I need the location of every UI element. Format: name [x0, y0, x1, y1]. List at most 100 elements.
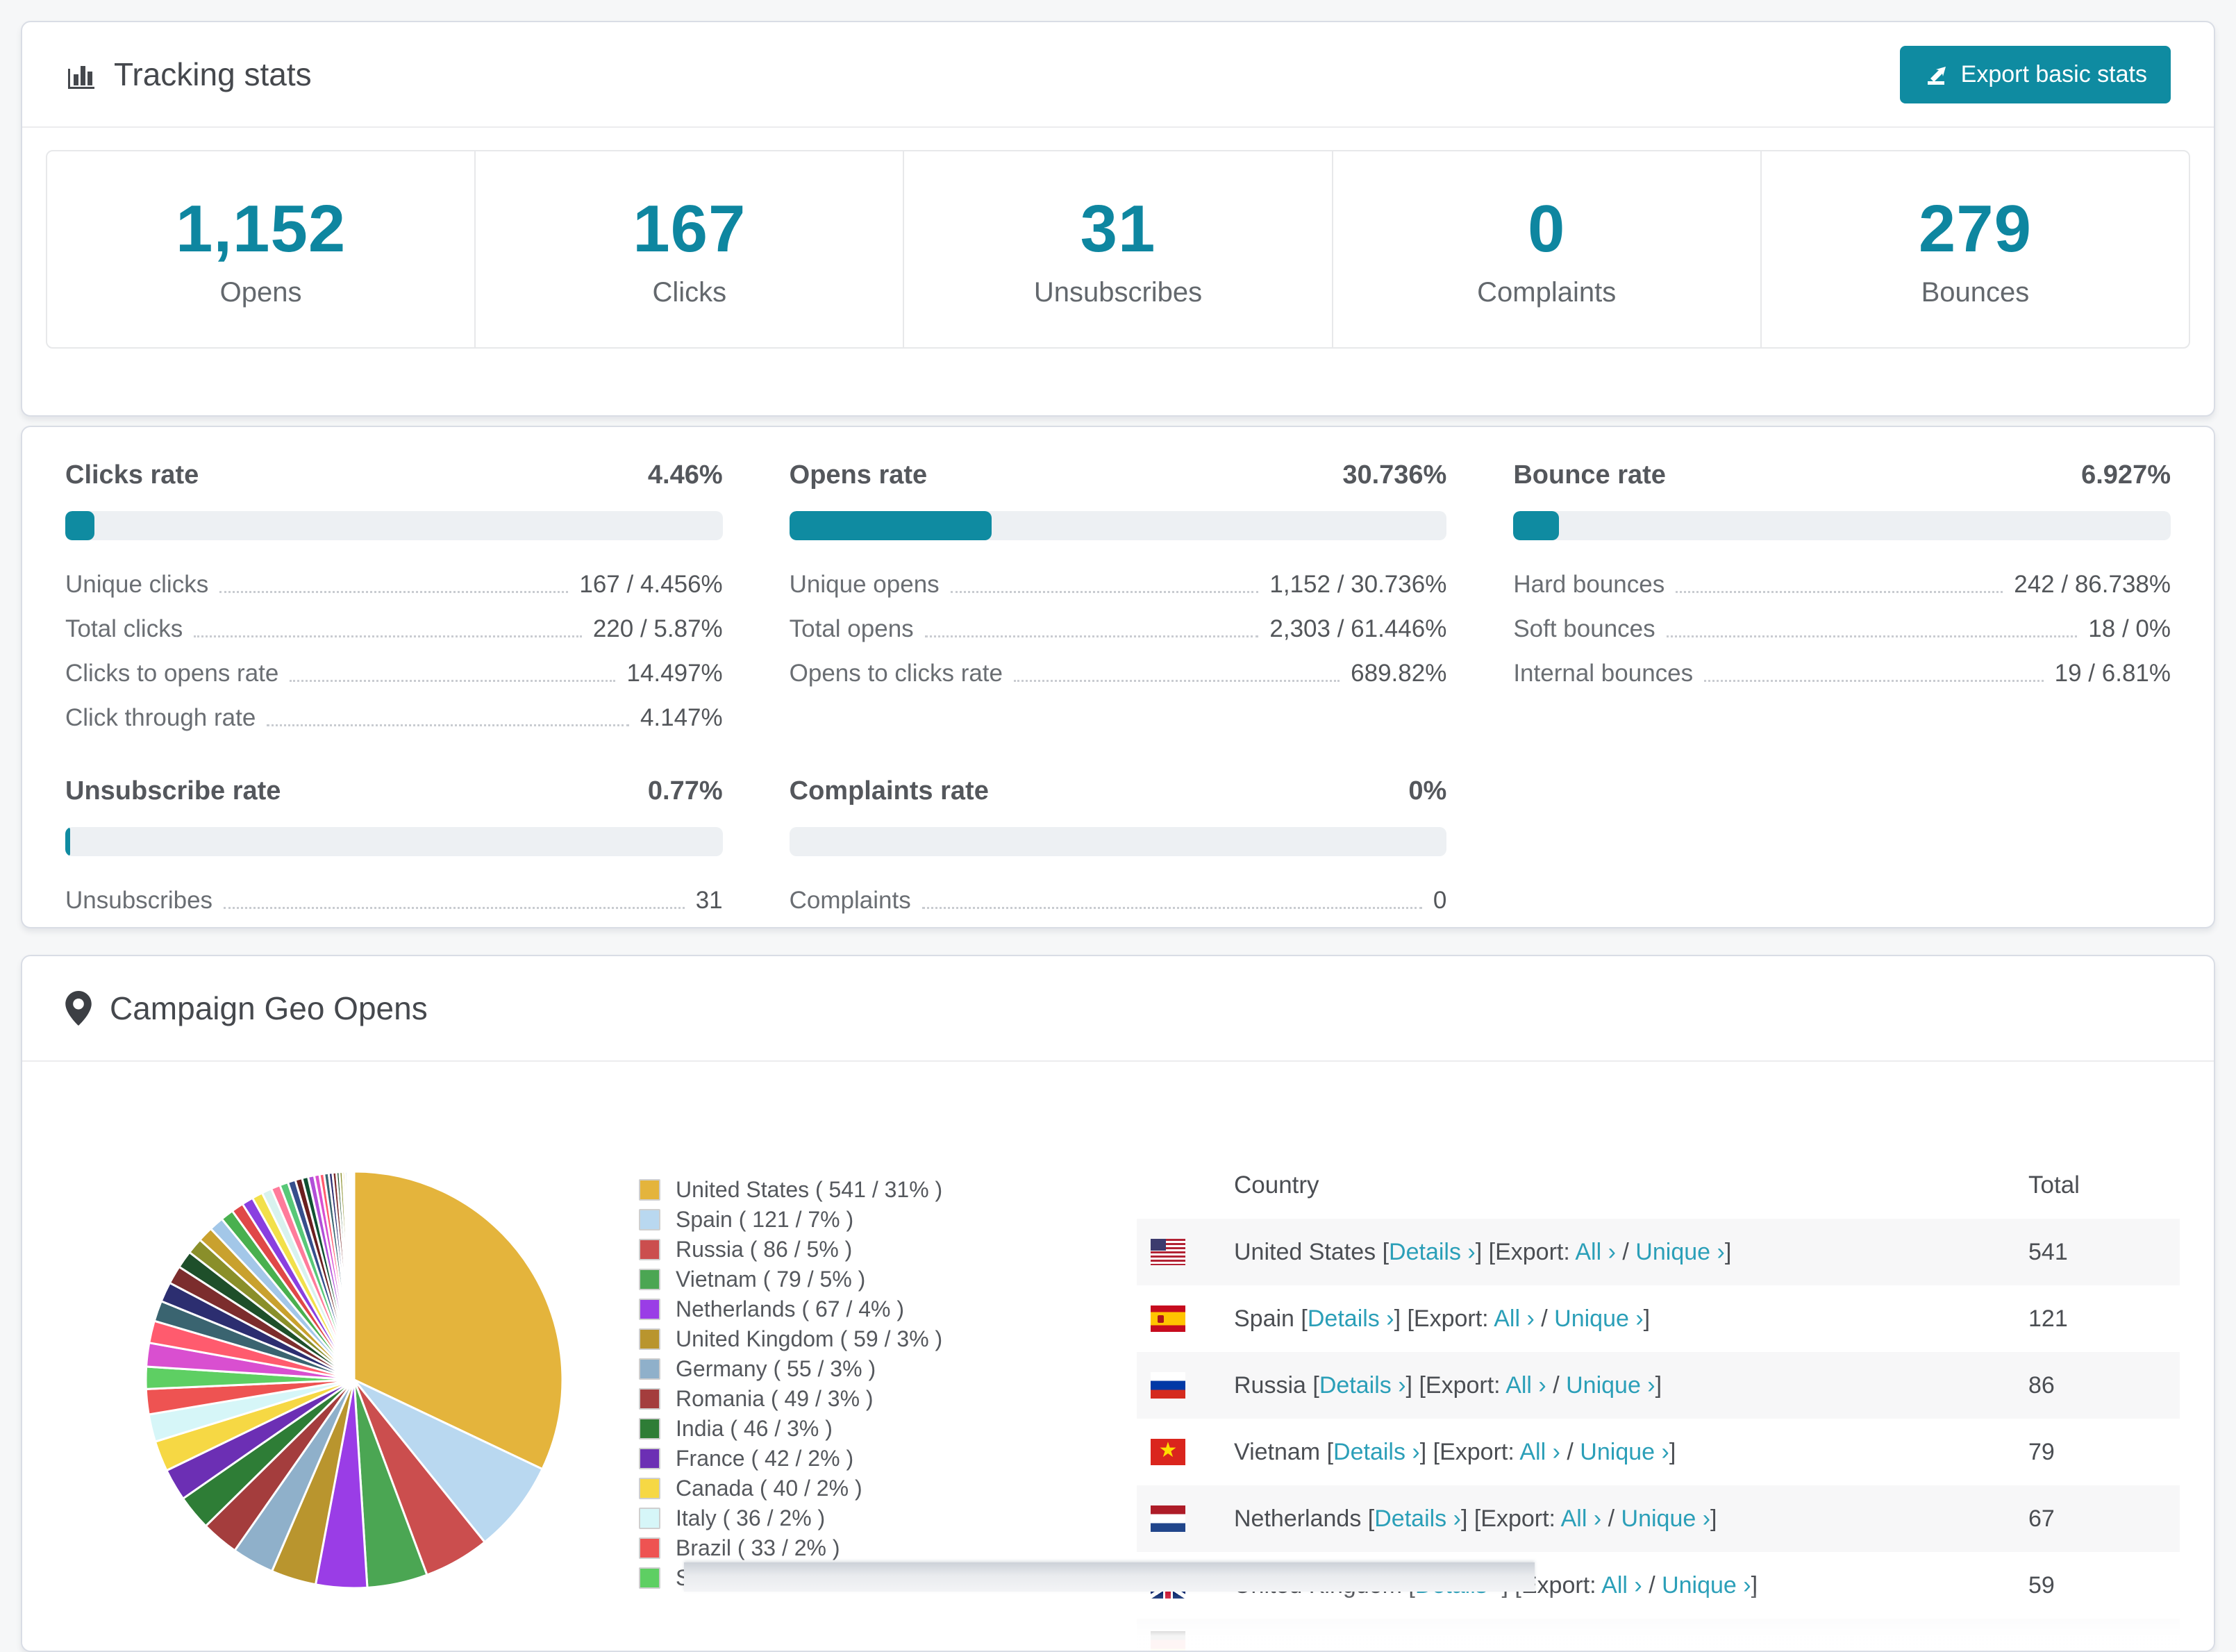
rate-row: Unsubscribes 31 — [65, 887, 723, 914]
rate-row: Hard bounces 242 / 86.738% — [1513, 571, 2171, 598]
export-unique-link[interactable]: Unique › — [1554, 1305, 1644, 1332]
rate-row: Opens to clicks rate 689.82% — [789, 660, 1447, 687]
complaints-rate-title: Complaints rate — [789, 776, 989, 806]
export-unique-link[interactable]: Unique › — [1662, 1572, 1751, 1599]
summary-stats-row: 1,152 Opens 167 Clicks 31 Unsubscribes 0… — [46, 150, 2190, 349]
stat-unsubscribes: 31 Unsubscribes — [903, 151, 1331, 347]
table-header-row: Country Total — [1137, 1152, 2180, 1219]
stat-complaints-label: Complaints — [1477, 276, 1617, 308]
tracking-stats-title: Tracking stats — [65, 56, 312, 93]
export-all-link[interactable]: All › — [1561, 1505, 1602, 1532]
stat-unsubscribes-label: Unsubscribes — [1033, 276, 1203, 308]
map-pin-icon — [65, 991, 92, 1026]
rate-row: Total clicks 220 / 5.87% — [65, 615, 723, 642]
complaints-rate-value: 0% — [1408, 776, 1447, 806]
legend-item: United Kingdom ( 59 / 3% ) — [639, 1328, 942, 1350]
legend-swatch — [639, 1238, 660, 1260]
stat-clicks-label: Clicks — [652, 276, 727, 308]
tracking-stats-header: Tracking stats Export basic stats — [22, 22, 2214, 128]
legend-swatch — [639, 1208, 660, 1230]
stat-unsubscribes-value: 31 — [1080, 191, 1156, 266]
clicks-rate-progressbar — [65, 511, 723, 540]
legend-swatch — [639, 1447, 660, 1469]
pie-slice[interactable] — [352, 1170, 356, 1380]
bounce-rate-title: Bounce rate — [1513, 460, 1666, 490]
export-unique-link[interactable]: Unique › — [1566, 1372, 1655, 1399]
table-row-spain: Spain [Details ›] [Export: All › / Uniqu… — [1137, 1285, 2180, 1352]
united-states-flag-icon — [1151, 1239, 1185, 1265]
export-all-link[interactable]: All › — [1519, 1439, 1560, 1465]
legend-swatch — [639, 1537, 660, 1559]
legend-item: France ( 42 / 2% ) — [639, 1447, 942, 1469]
vietnam-flag-icon — [1151, 1439, 1185, 1465]
stat-opens-label: Opens — [219, 276, 302, 308]
legend-item: Netherlands ( 67 / 4% ) — [639, 1298, 942, 1320]
legend-swatch — [639, 1387, 660, 1410]
bounce-rate-block: Bounce rate 6.927% Hard bounces 242 / 86.… — [1513, 460, 2171, 687]
export-all-link[interactable]: All › — [1494, 1305, 1535, 1332]
horizontal-scrollbar[interactable] — [684, 1562, 1535, 1592]
export-all-link[interactable]: All › — [1601, 1572, 1642, 1599]
legend-item: United States ( 541 / 31% ) — [639, 1178, 942, 1201]
legend-item: India ( 46 / 3% ) — [639, 1417, 942, 1440]
legend-item: Italy ( 36 / 2% ) — [639, 1507, 942, 1529]
stat-clicks-value: 167 — [633, 191, 746, 266]
total-column-header: Total — [2028, 1171, 2080, 1199]
spain-flag-icon — [1151, 1305, 1185, 1332]
netherlands-flag-icon — [1151, 1505, 1185, 1532]
geo-title: Campaign Geo Opens — [110, 990, 428, 1026]
export-all-link[interactable]: All › — [1575, 1239, 1616, 1265]
clicks-rate-title: Clicks rate — [65, 460, 199, 490]
details-link[interactable]: Details › — [1333, 1439, 1420, 1465]
opens-rate-block: Opens rate 30.736% Unique opens 1,152 / 3… — [789, 460, 1447, 687]
table-row-united-states: United States [Details ›] [Export: All ›… — [1137, 1219, 2180, 1285]
table-row-netherlands: Netherlands [Details ›] [Export: All › /… — [1137, 1485, 2180, 1552]
rate-row: Click through rate 4.147% — [65, 704, 723, 731]
clicks-rate-block: Clicks rate 4.46% Unique clicks 167 / 4.4… — [65, 460, 723, 732]
bounce-rate-progressbar — [1513, 511, 2171, 540]
total-cell: 541 — [2028, 1238, 2068, 1265]
legend-item: Vietnam ( 79 / 5% ) — [639, 1268, 942, 1290]
table-row-russia: Russia [Details ›] [Export: All › / Uniq… — [1137, 1352, 2180, 1419]
rate-row: Unique clicks 167 / 4.456% — [65, 571, 723, 598]
legend-swatch — [639, 1358, 660, 1380]
opens-rate-progressbar — [789, 511, 1447, 540]
legend-item: Brazil ( 33 / 2% ) — [639, 1537, 942, 1559]
total-cell: 121 — [2028, 1305, 2068, 1332]
details-link[interactable]: Details › — [1308, 1305, 1394, 1332]
stat-bounces-value: 279 — [1918, 191, 2032, 266]
legend-item: Spain ( 121 / 7% ) — [639, 1208, 942, 1230]
stat-complaints: 0 Complaints — [1331, 151, 1760, 347]
complaints-rate-block: Complaints rate 0% Complaints 0 — [789, 776, 1447, 915]
rate-row: Internal bounces 19 / 6.81% — [1513, 660, 2171, 687]
bar-chart-icon — [68, 66, 94, 89]
unsubscribe-rate-progressbar — [65, 827, 723, 856]
unsubscribe-rate-title: Unsubscribe rate — [65, 776, 281, 806]
export-unique-link[interactable]: Unique › — [1580, 1439, 1669, 1465]
total-cell: 67 — [2028, 1505, 2055, 1532]
export-unique-link[interactable]: Unique › — [1635, 1239, 1725, 1265]
opens-rate-value: 30.736% — [1342, 460, 1447, 490]
legend-swatch — [639, 1507, 660, 1529]
total-cell: 59 — [2028, 1571, 2055, 1599]
unsubscribe-rate-value: 0.77% — [647, 776, 723, 806]
details-link[interactable]: Details › — [1374, 1505, 1461, 1532]
legend-swatch — [639, 1178, 660, 1201]
stat-bounces: 279 Bounces — [1760, 151, 2189, 347]
rates-card: Clicks rate 4.46% Unique clicks 167 / 4.4… — [21, 426, 2215, 928]
clicks-rate-value: 4.46% — [647, 460, 723, 490]
legend-item: Canada ( 40 / 2% ) — [639, 1477, 942, 1499]
stat-bounces-label: Bounces — [1921, 276, 2030, 308]
opens-rate-title: Opens rate — [789, 460, 928, 490]
export-unique-link[interactable]: Unique › — [1621, 1505, 1711, 1532]
rates-grid: Clicks rate 4.46% Unique clicks 167 / 4.4… — [22, 427, 2214, 942]
legend-item: Germany ( 55 / 3% ) — [639, 1358, 942, 1380]
details-link[interactable]: Details › — [1389, 1239, 1476, 1265]
geo-header: Campaign Geo Opens — [22, 956, 2214, 1062]
details-link[interactable]: Details › — [1319, 1372, 1406, 1399]
geo-opens-pie-chart[interactable] — [139, 1165, 569, 1595]
country-column-header: Country — [1234, 1171, 1319, 1199]
export-basic-stats-button[interactable]: Export basic stats — [1899, 45, 2171, 103]
russia-flag-icon — [1151, 1372, 1185, 1399]
export-all-link[interactable]: All › — [1505, 1372, 1546, 1399]
